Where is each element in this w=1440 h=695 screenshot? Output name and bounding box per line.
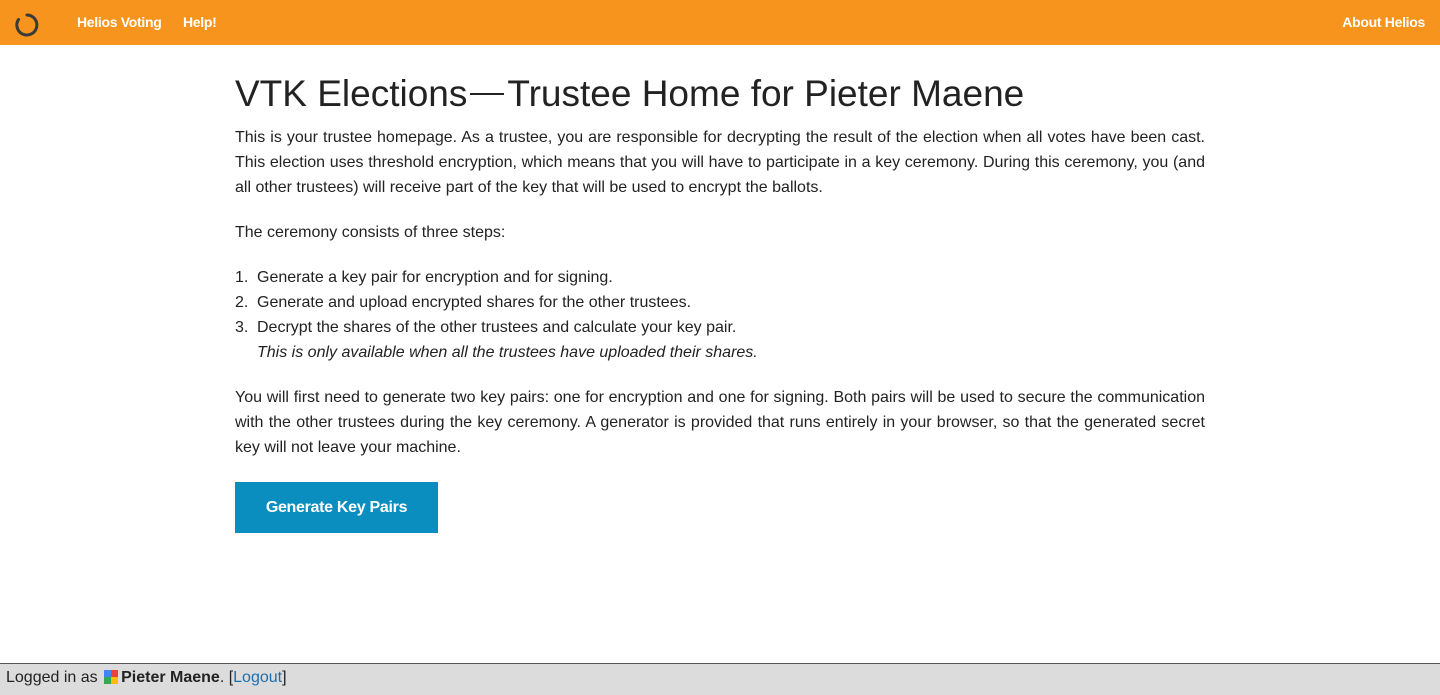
google-icon [104,670,119,684]
logged-in-label: Logged in as [6,669,98,686]
step-text: Generate a key pair for encryption and f… [257,269,613,286]
step-text: Decrypt the shares of the other trustees… [257,319,737,336]
helios-spinner-icon[interactable] [14,12,40,38]
page-title-trustee: Trustee Home for Pieter Maene [507,73,1025,114]
nav-about-link[interactable]: About Helios [1342,14,1425,30]
step-text: Generate and upload encrypted shares for… [257,294,692,311]
username: Pieter Maene [121,669,220,686]
step-number: 3. [235,319,249,336]
close-bracket: ] [282,669,287,686]
step-number: 2. [235,294,249,311]
step-note: This is only available when all the trus… [257,344,758,361]
footer-login-bar: Logged in as Pieter Maene. [Logout] [0,663,1440,695]
steps-intro: The ceremony consists of three steps: [235,224,506,241]
list-item: 2. Generate and upload encrypted shares … [235,290,1205,315]
list-item: 3. Decrypt the shares of the other trust… [235,315,1205,365]
key-pairs-paragraph: You will first need to generate two key … [235,389,1205,456]
steps-list: 1. Generate a key pair for encryption an… [235,265,1205,365]
page-title: VTK Elections Trustee Home for Pieter Mae… [235,68,1205,120]
step-number: 1. [235,269,249,286]
page-title-election: VTK Elections [235,73,468,114]
logout-link[interactable]: Logout [233,669,282,686]
main-content: VTK Elections Trustee Home for Pieter Mae… [235,68,1205,533]
intro-paragraph: This is your trustee homepage. As a trus… [235,129,1205,196]
after-name-text: . [ [219,669,234,686]
list-item: 1. Generate a key pair for encryption an… [235,265,1205,290]
generate-key-pairs-button[interactable]: Generate Key Pairs [235,482,438,533]
top-navbar: Helios Voting Help! About Helios [0,0,1440,45]
nav-help-link[interactable]: Help! [183,14,217,30]
title-dash [470,92,505,96]
nav-helios-voting-link[interactable]: Helios Voting [77,14,162,30]
